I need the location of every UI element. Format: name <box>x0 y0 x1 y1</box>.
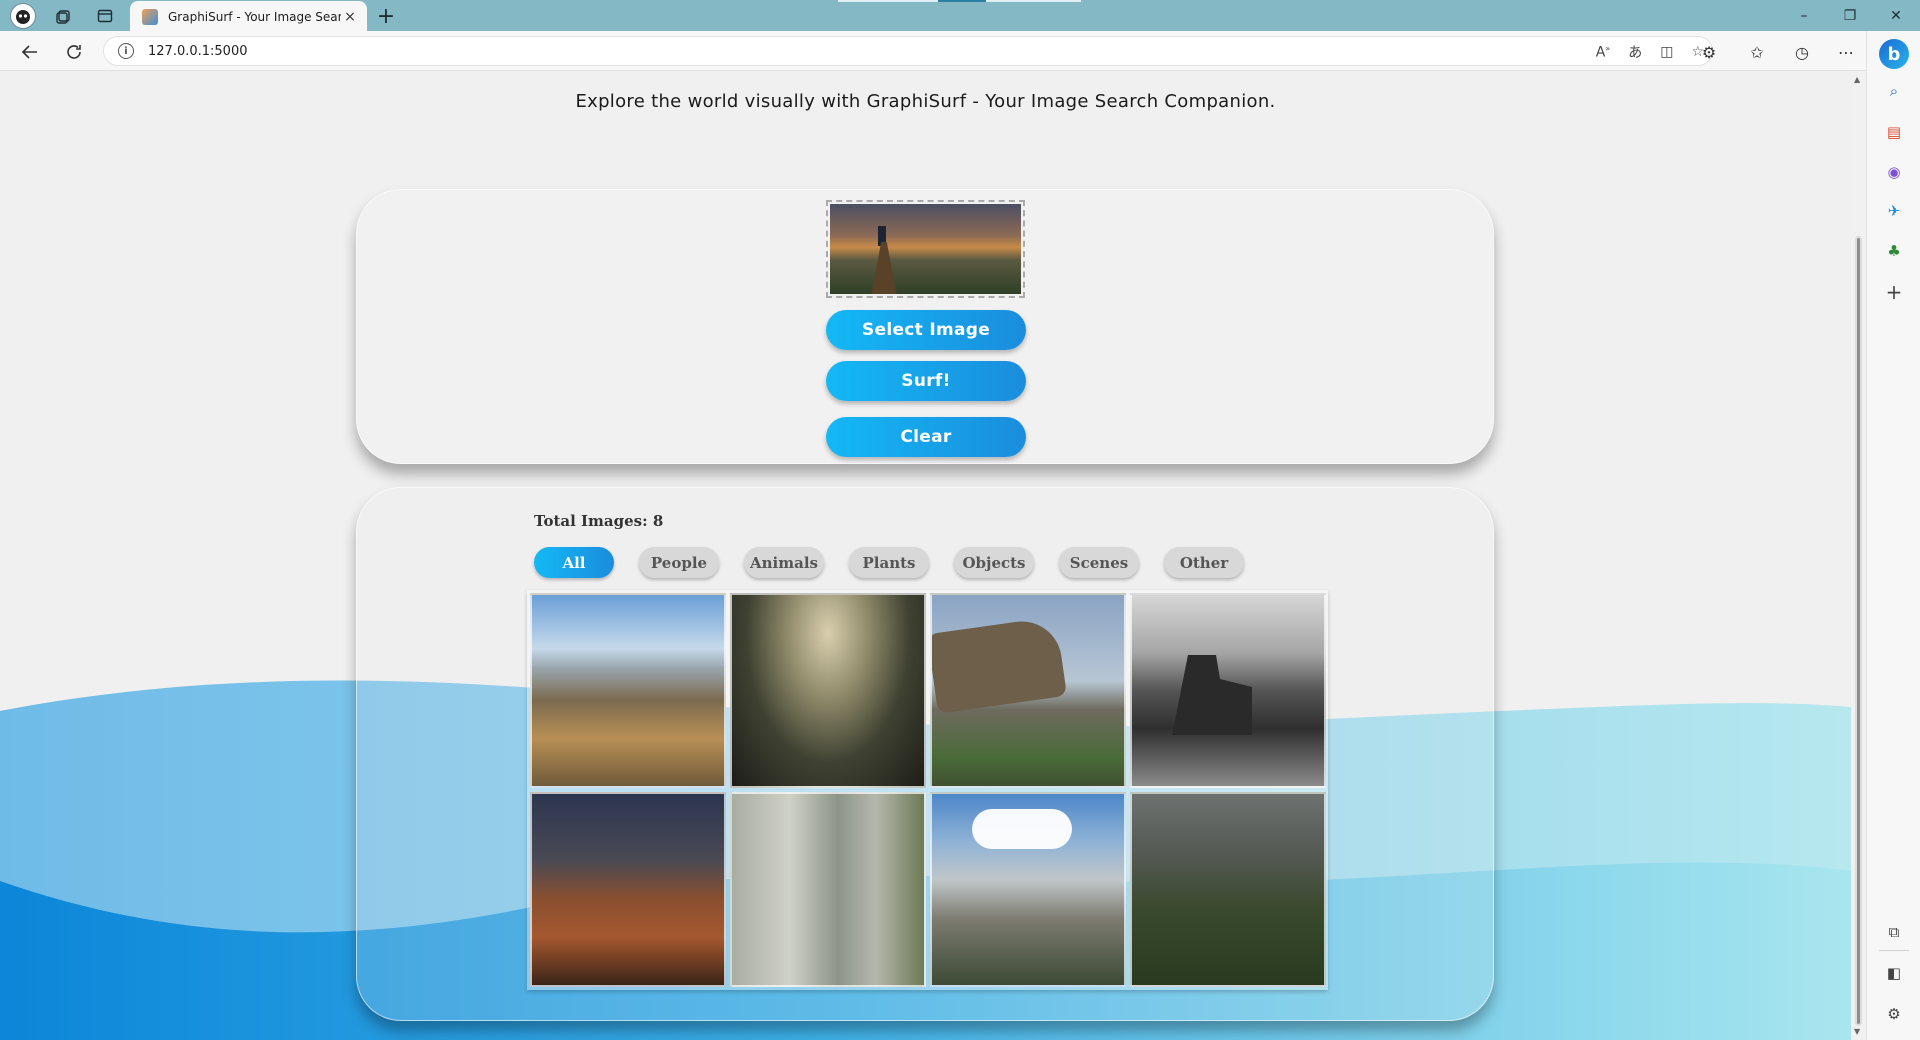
split-screen-icon[interactable]: ◫ <box>1660 44 1673 60</box>
favorites-icon[interactable]: ✩ <box>1743 38 1771 66</box>
profile-avatar[interactable] <box>10 3 36 29</box>
extensions-icon[interactable]: ⚙ <box>1695 38 1723 66</box>
scroll-down-icon[interactable]: ▼ <box>1854 1027 1860 1036</box>
loading-progress <box>838 0 1081 2</box>
outlook-icon[interactable]: ✈ <box>1881 198 1907 224</box>
restore-button[interactable]: ❐ <box>1827 4 1873 28</box>
result-image-3[interactable] <box>930 593 1126 788</box>
tab-close-icon[interactable]: × <box>341 9 359 25</box>
scroll-thumb[interactable] <box>1855 236 1862 1026</box>
result-image-1[interactable] <box>530 593 726 788</box>
read-aloud-icon[interactable]: A» <box>1596 44 1610 61</box>
result-image-4[interactable] <box>1130 593 1326 788</box>
tab-actions-icon[interactable] <box>93 4 117 28</box>
page-tagline: Explore the world visually with GraphiSu… <box>575 91 1276 112</box>
result-image-2[interactable] <box>730 593 926 788</box>
result-image-6[interactable] <box>730 792 926 987</box>
back-button[interactable] <box>16 38 44 66</box>
clear-button[interactable]: Clear <box>826 417 1026 457</box>
filter-people[interactable]: People <box>639 547 719 578</box>
surf-button[interactable]: Surf! <box>826 361 1026 401</box>
screenshot-icon[interactable]: ⧉ <box>1881 919 1907 945</box>
edge-sidebar: b ⌕ ▤ ◉ ✈ ♣ + ⧉ ◧ ⚙ <box>1866 31 1920 1040</box>
copilot-icon[interactable]: b <box>1879 39 1909 69</box>
close-window-button[interactable]: ✕ <box>1873 4 1919 28</box>
search-icon[interactable]: ⌕ <box>1881 78 1907 104</box>
result-image-7[interactable] <box>930 792 1126 987</box>
page-viewport: Explore the world visually with GraphiSu… <box>0 71 1851 1040</box>
add-icon[interactable]: + <box>1881 279 1907 305</box>
filter-other[interactable]: Other <box>1164 547 1244 578</box>
result-image-5[interactable] <box>530 792 726 987</box>
translate-icon[interactable]: あ <box>1628 42 1642 62</box>
filter-plants[interactable]: Plants <box>849 547 929 578</box>
minimize-button[interactable]: – <box>1781 4 1827 28</box>
selected-image-preview <box>826 200 1025 298</box>
result-image-8[interactable] <box>1130 792 1326 987</box>
total-images-count: Total Images: 8 <box>534 512 664 530</box>
history-icon[interactable]: ◷ <box>1788 38 1816 66</box>
site-favicon-icon <box>142 8 158 25</box>
sidebar-divider <box>1879 950 1909 951</box>
address-url[interactable]: 127.0.0.1:5000 <box>148 44 248 59</box>
upload-panel: Select Image Surf! Clear <box>356 189 1494 464</box>
filter-scenes[interactable]: Scenes <box>1059 547 1139 578</box>
preview-image <box>830 204 1021 294</box>
filter-animals[interactable]: Animals <box>744 547 824 578</box>
category-filters: All People Animals Plants Objects Scenes… <box>534 547 1269 578</box>
browser-toolbar: i 127.0.0.1:5000 A» あ ◫ ☆ ⚙ ✩ ◷ ⋯ <box>0 31 1920 71</box>
image-results-grid <box>527 590 1328 990</box>
tab-title: GraphiSurf - Your Image Search Companion <box>168 9 341 24</box>
shopping-icon[interactable]: ▤ <box>1881 119 1907 145</box>
active-tab[interactable]: GraphiSurf - Your Image Search Companion… <box>130 1 367 32</box>
address-bar[interactable]: i 127.0.0.1:5000 A» あ ◫ ☆ <box>103 36 1713 66</box>
sidebar-icon[interactable]: ◧ <box>1881 960 1907 986</box>
site-info-icon[interactable]: i <box>118 43 134 59</box>
new-tab-button[interactable]: + <box>374 4 398 29</box>
refresh-button[interactable] <box>60 38 88 66</box>
games-icon[interactable]: ♣ <box>1881 238 1907 264</box>
workspaces-icon[interactable] <box>52 4 76 28</box>
office-icon[interactable]: ◉ <box>1881 159 1907 185</box>
scroll-up-icon[interactable]: ▲ <box>1854 75 1860 84</box>
tab-strip: GraphiSurf - Your Image Search Companion… <box>0 0 1920 32</box>
filter-all[interactable]: All <box>534 547 614 578</box>
settings-icon[interactable]: ⚙ <box>1881 1001 1907 1027</box>
more-icon[interactable]: ⋯ <box>1832 38 1860 66</box>
filter-objects[interactable]: Objects <box>954 547 1034 578</box>
results-panel: Total Images: 8 All People Animals Plant… <box>356 487 1494 1021</box>
page-scrollbar[interactable]: ▲ ▼ <box>1851 71 1866 1040</box>
select-image-button[interactable]: Select Image <box>826 310 1026 350</box>
